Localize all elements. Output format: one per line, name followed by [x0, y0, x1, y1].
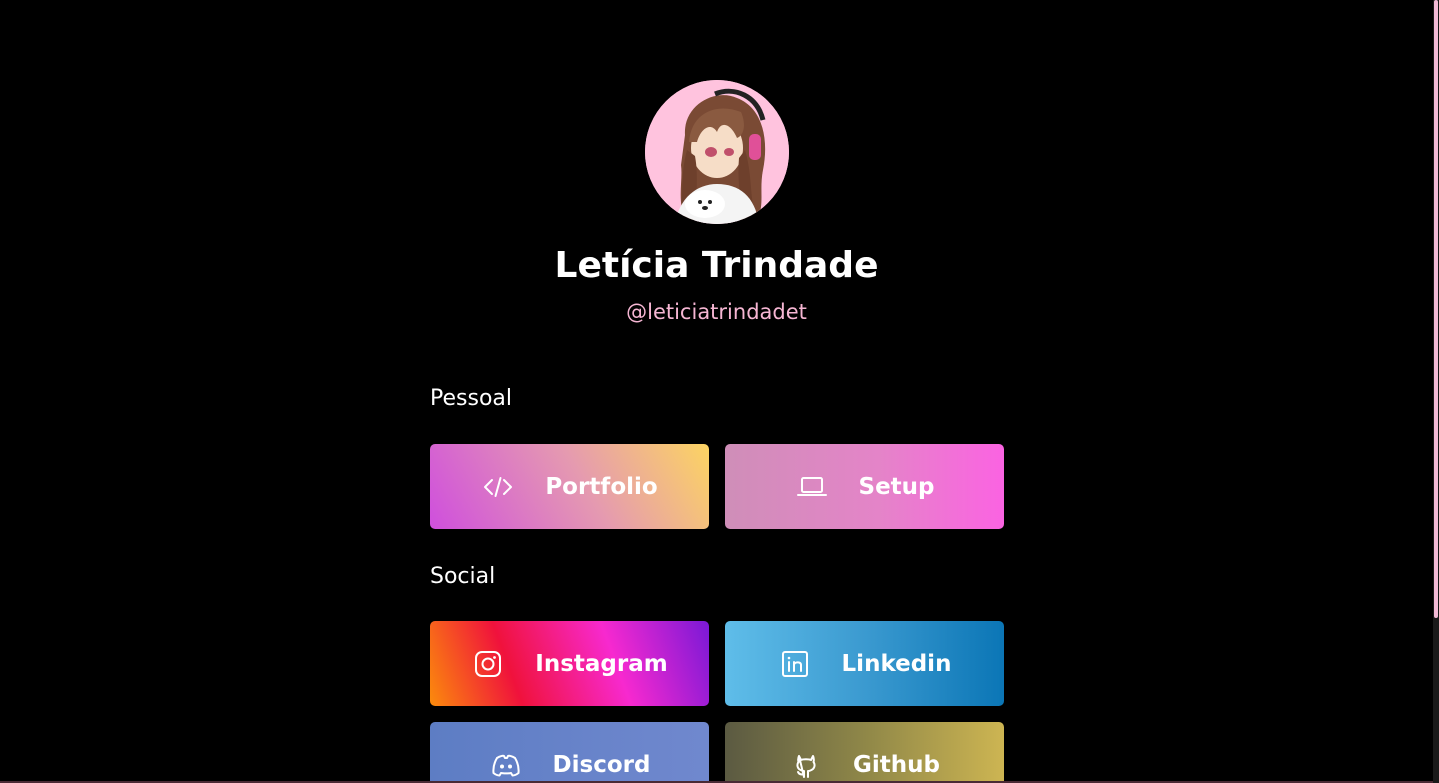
- github-link-label: Github: [853, 751, 940, 778]
- github-icon: [789, 748, 823, 782]
- linkedin-icon: [778, 647, 812, 681]
- linkedin-link-label: Linkedin: [841, 650, 952, 677]
- scrollbar-thumb[interactable]: [1434, 0, 1438, 618]
- portfolio-link-label: Portfolio: [545, 473, 658, 500]
- linkedin-link-button[interactable]: Linkedin: [725, 621, 1004, 706]
- profile-name: Letícia Trindade: [554, 245, 879, 286]
- instagram-link-label: Instagram: [535, 650, 668, 677]
- portfolio-link-button[interactable]: Portfolio: [430, 444, 709, 529]
- section-title-social: Social: [430, 564, 496, 589]
- setup-link-label: Setup: [858, 473, 935, 500]
- discord-icon: [489, 748, 523, 782]
- section-title-personal: Pessoal: [430, 386, 512, 411]
- instagram-link-button[interactable]: Instagram: [430, 621, 709, 706]
- profile-handle: @leticiatrindadet: [626, 300, 807, 324]
- discord-link-label: Discord: [552, 751, 651, 778]
- avatar-illustration: [645, 80, 789, 224]
- scrollbar[interactable]: [1433, 0, 1439, 783]
- github-link-button[interactable]: Github: [725, 722, 1004, 783]
- setup-link-button[interactable]: Setup: [725, 444, 1004, 529]
- avatar: [645, 80, 789, 224]
- laptop-icon: [795, 470, 829, 504]
- instagram-icon: [471, 647, 505, 681]
- page: Letícia Trindade @leticiatrindadet Pesso…: [0, 0, 1439, 783]
- code-icon: [481, 470, 515, 504]
- discord-link-button[interactable]: Discord: [430, 722, 709, 783]
